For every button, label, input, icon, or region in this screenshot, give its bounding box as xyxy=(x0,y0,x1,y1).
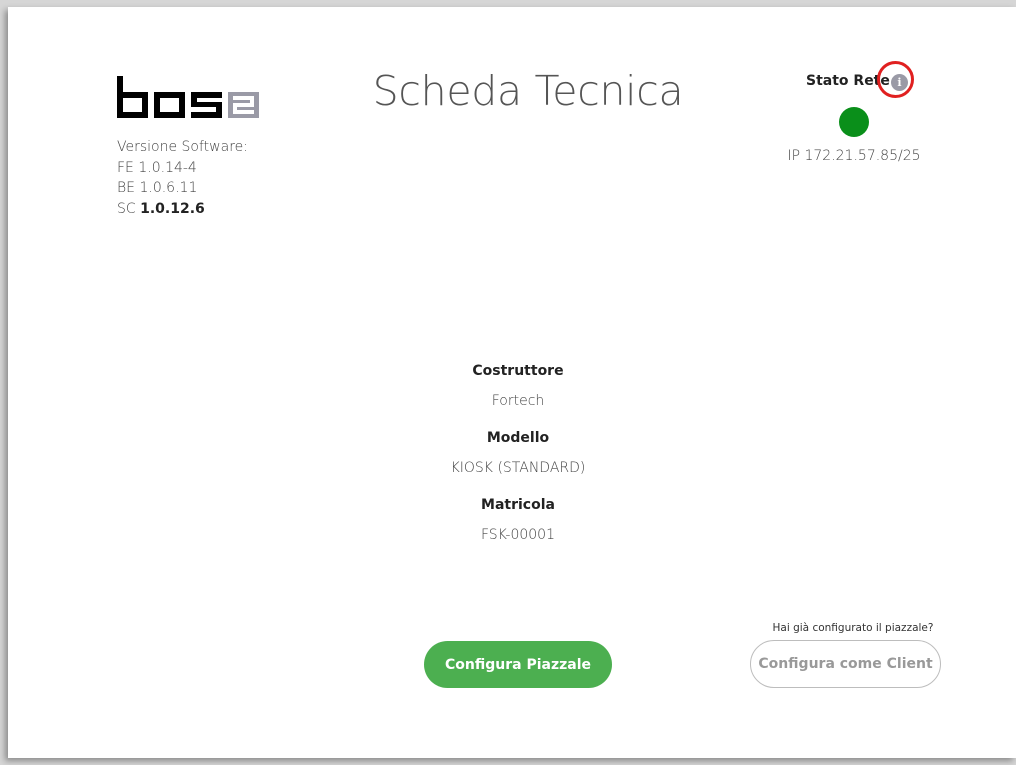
bos2-logo xyxy=(117,76,259,118)
sc-version: SC 1.0.12.6 xyxy=(117,199,248,220)
be-version: BE 1.0.6.11 xyxy=(117,180,198,196)
ip-address: IP 172.21.57.85/25 xyxy=(787,148,921,164)
configure-yard-button[interactable]: Configura Piazzale xyxy=(424,641,612,688)
serial-value: FSK-00001 xyxy=(481,527,555,543)
serial-label: Matricola xyxy=(481,497,555,513)
sc-version-prefix: SC xyxy=(117,200,136,217)
model-value: KIOSK (STANDARD) xyxy=(450,460,586,476)
configure-client-button[interactable]: Configura come Client xyxy=(750,640,941,688)
model-label: Modello xyxy=(486,430,550,446)
client-hint-text: Hai già configurato il piazzale? xyxy=(772,622,934,634)
highlight-circle xyxy=(877,61,914,98)
software-version-block: Versione Software: FE 1.0.14-4 BE 1.0.6.… xyxy=(117,137,248,219)
software-version-label: Versione Software: xyxy=(117,139,248,155)
manufacturer-label: Costruttore xyxy=(472,363,564,379)
technical-sheet-page: Versione Software: FE 1.0.14-4 BE 1.0.6.… xyxy=(8,7,1016,758)
network-status-indicator xyxy=(839,107,869,137)
sc-version-value: 1.0.12.6 xyxy=(140,200,205,217)
manufacturer-value: Fortech xyxy=(491,393,545,409)
fe-version: FE 1.0.14-4 xyxy=(117,159,197,176)
device-details: Costruttore Fortech Modello KIOSK (STAND… xyxy=(408,359,628,560)
page-title: Scheda Tecnica xyxy=(372,67,684,115)
